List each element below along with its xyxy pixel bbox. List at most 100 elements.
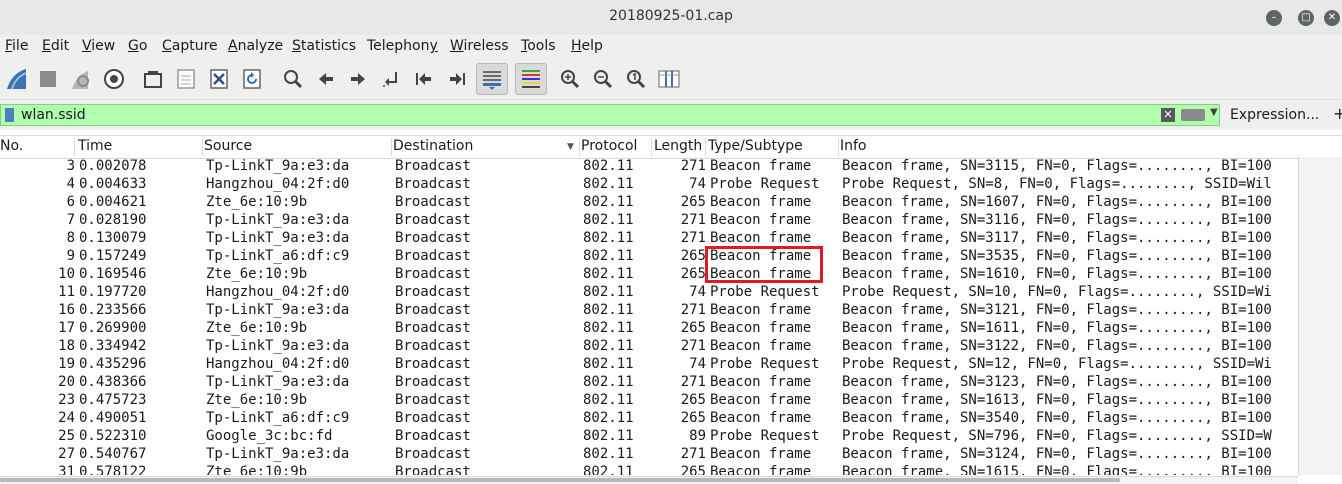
column-time[interactable]: Time — [78, 138, 203, 156]
menu-wireless[interactable]: Wireless — [450, 38, 509, 54]
bookmark-icon[interactable] — [5, 108, 14, 122]
column-info[interactable]: Info — [840, 138, 1290, 156]
packet-source: Hangzhou_04:2f:d0 — [206, 176, 350, 192]
packet-source: Tp-LinkT_9a:e3:da — [206, 230, 350, 246]
filter-history-chevron-icon[interactable]: ▼ — [1210, 107, 1218, 118]
packet-protocol: 802.11 — [583, 410, 634, 426]
packet-source: Tp-LinkT_9a:e3:da — [206, 338, 350, 354]
menu-file[interactable]: File — [5, 38, 28, 54]
menu-go[interactable]: Go — [128, 38, 147, 54]
reload-file-icon[interactable] — [238, 65, 266, 93]
table-row[interactable]: 19 0.435296 Hangzhou_04:2f:d0 Broadcast 802.… — [0, 355, 1298, 373]
capture-options-icon[interactable] — [100, 65, 128, 93]
start-capture-icon[interactable] — [2, 65, 30, 93]
maximize-icon[interactable]: □ — [1298, 10, 1314, 26]
first-packet-icon[interactable] — [410, 65, 438, 93]
apply-filter-icon[interactable] — [1181, 109, 1205, 121]
packet-destination: Broadcast — [395, 284, 471, 300]
menu-edit[interactable]: Edit — [42, 38, 69, 54]
packet-length: 265 — [680, 392, 706, 408]
resize-columns-icon[interactable] — [655, 65, 683, 93]
clear-filter-icon[interactable]: ✕ — [1161, 108, 1175, 122]
table-row[interactable]: 11 0.197720 Hangzhou_04:2f:d0 Broadcast 802.… — [0, 283, 1298, 301]
table-row[interactable]: 3 0.002078 Tp-LinkT_9a:e3:da Broadcast 802.1… — [0, 157, 1298, 175]
menu-view[interactable]: View — [82, 38, 115, 54]
packet-info: Probe Request, SN=796, FN=0, Flags=.....… — [842, 428, 1272, 444]
table-row[interactable]: 9 0.157249 Tp-LinkT_a6:df:c9 Broadcast 802.1… — [0, 247, 1298, 265]
last-packet-icon[interactable] — [443, 65, 471, 93]
packet-time: 0.334942 — [79, 338, 147, 354]
menu-statistics[interactable]: Statistics — [292, 38, 356, 54]
menu-tools[interactable]: Tools — [521, 38, 556, 54]
column-source[interactable]: Source — [204, 138, 392, 156]
packet-protocol: 802.11 — [583, 428, 634, 444]
packet-type-subtype: Beacon frame — [710, 410, 812, 426]
packet-info: Beacon frame, SN=1610, FN=0, Flags=.....… — [842, 266, 1272, 282]
vertical-scrollbar[interactable] — [1298, 157, 1342, 475]
packet-time: 0.490051 — [79, 410, 147, 426]
go-back-icon[interactable] — [312, 65, 340, 93]
close-icon[interactable]: ✕ — [1324, 10, 1340, 26]
table-row[interactable]: 20 0.438366 Tp-LinkT_9a:e3:da Broadcast 802.… — [0, 373, 1298, 391]
menu-help[interactable]: Help — [571, 38, 603, 54]
menu-analyze[interactable]: Analyze — [228, 38, 283, 54]
restart-capture-icon[interactable] — [66, 65, 94, 93]
autoscroll-icon[interactable] — [476, 63, 508, 95]
display-filter-input[interactable]: wlan.ssid ✕ ▼ — [0, 104, 1220, 126]
packet-time: 0.233566 — [79, 302, 147, 318]
add-filter-button[interactable]: + — [1333, 104, 1342, 123]
packet-no: 8 — [66, 230, 75, 246]
packet-source: Tp-LinkT_9a:e3:da — [206, 446, 350, 462]
colorize-icon[interactable] — [515, 63, 547, 95]
column-type-subtype[interactable]: Type/Subtype — [708, 138, 839, 156]
go-forward-icon[interactable] — [344, 65, 372, 93]
horizontal-scrollbar-thumb[interactable] — [0, 478, 1120, 482]
packet-no: 24 — [58, 410, 75, 426]
expression-button[interactable]: Expression... — [1230, 107, 1319, 123]
display-filter-text[interactable]: wlan.ssid — [21, 107, 86, 123]
table-row[interactable]: 4 0.004633 Hangzhou_04:2f:d0 Broadcast 802.1… — [0, 175, 1298, 193]
table-row[interactable]: 17 0.269900 Zte_6e:10:9b Broadcast 802.11 265… — [0, 319, 1298, 337]
zoom-out-icon[interactable] — [589, 65, 617, 93]
packet-list[interactable]: 3 0.002078 Tp-LinkT_9a:e3:da Broadcast 802.1… — [0, 157, 1298, 475]
open-file-icon[interactable] — [139, 65, 167, 93]
table-row[interactable]: 10 0.169546 Zte_6e:10:9b Broadcast 802.11 265… — [0, 265, 1298, 283]
packet-time: 0.157249 — [79, 248, 147, 264]
packet-info: Beacon frame, SN=3117, FN=0, Flags=.....… — [842, 230, 1272, 246]
packet-source: Tp-LinkT_9a:e3:da — [206, 374, 350, 390]
table-row[interactable]: 31 0.578122 Zte_6e:10:9b Broadcast 802.11 265… — [0, 463, 1298, 475]
table-row[interactable]: 16 0.233566 Tp-LinkT_9a:e3:da Broadcast 802.… — [0, 301, 1298, 319]
find-packet-icon[interactable] — [279, 65, 307, 93]
packet-type-subtype: Beacon frame — [710, 464, 812, 475]
go-to-packet-icon[interactable] — [377, 65, 405, 93]
stop-capture-icon[interactable] — [34, 65, 62, 93]
packet-info: Beacon frame, SN=1615, FN=0, Flags=.....… — [842, 464, 1272, 475]
close-file-icon[interactable] — [205, 65, 233, 93]
table-row[interactable]: 8 0.130079 Tp-LinkT_9a:e3:da Broadcast 802.1… — [0, 229, 1298, 247]
normal-size-icon[interactable] — [622, 65, 650, 93]
table-row[interactable]: 24 0.490051 Tp-LinkT_a6:df:c9 Broadcast 802.… — [0, 409, 1298, 427]
column-destination[interactable]: Destination — [393, 138, 580, 156]
table-row[interactable]: 6 0.004621 Zte_6e:10:9b Broadcast 802.11 265 B… — [0, 193, 1298, 211]
save-file-icon[interactable] — [172, 65, 200, 93]
packet-protocol: 802.11 — [583, 248, 634, 264]
table-row[interactable]: 23 0.475723 Zte_6e:10:9b Broadcast 802.11 265… — [0, 391, 1298, 409]
packet-info: Beacon frame, SN=3121, FN=0, Flags=.....… — [842, 302, 1272, 318]
table-row[interactable]: 18 0.334942 Tp-LinkT_9a:e3:da Broadcast 802.… — [0, 337, 1298, 355]
packet-source: Zte_6e:10:9b — [206, 392, 308, 408]
column-no[interactable]: No. — [0, 138, 75, 156]
column-protocol[interactable]: Protocol — [581, 138, 652, 156]
packet-destination: Broadcast — [395, 248, 471, 264]
table-row[interactable]: 7 0.028190 Tp-LinkT_9a:e3:da Broadcast 802.1… — [0, 211, 1298, 229]
zoom-in-icon[interactable] — [556, 65, 584, 93]
column-length[interactable]: Length — [654, 138, 706, 156]
packet-list-header: No. Time Source Destination ▼ Protocol L… — [0, 135, 1342, 159]
menu-capture[interactable]: Capture — [162, 38, 218, 54]
packet-destination: Broadcast — [395, 374, 471, 390]
table-row[interactable]: 27 0.540767 Tp-LinkT_9a:e3:da Broadcast 802.… — [0, 445, 1298, 463]
menu-telephony[interactable]: Telephony — [367, 38, 438, 54]
table-row[interactable]: 25 0.522310 Google_3c:bc:fd Broadcast 802.11… — [0, 427, 1298, 445]
packet-destination: Broadcast — [395, 266, 471, 282]
minimize-icon[interactable]: – — [1266, 10, 1282, 26]
packet-length: 89 — [689, 428, 706, 444]
